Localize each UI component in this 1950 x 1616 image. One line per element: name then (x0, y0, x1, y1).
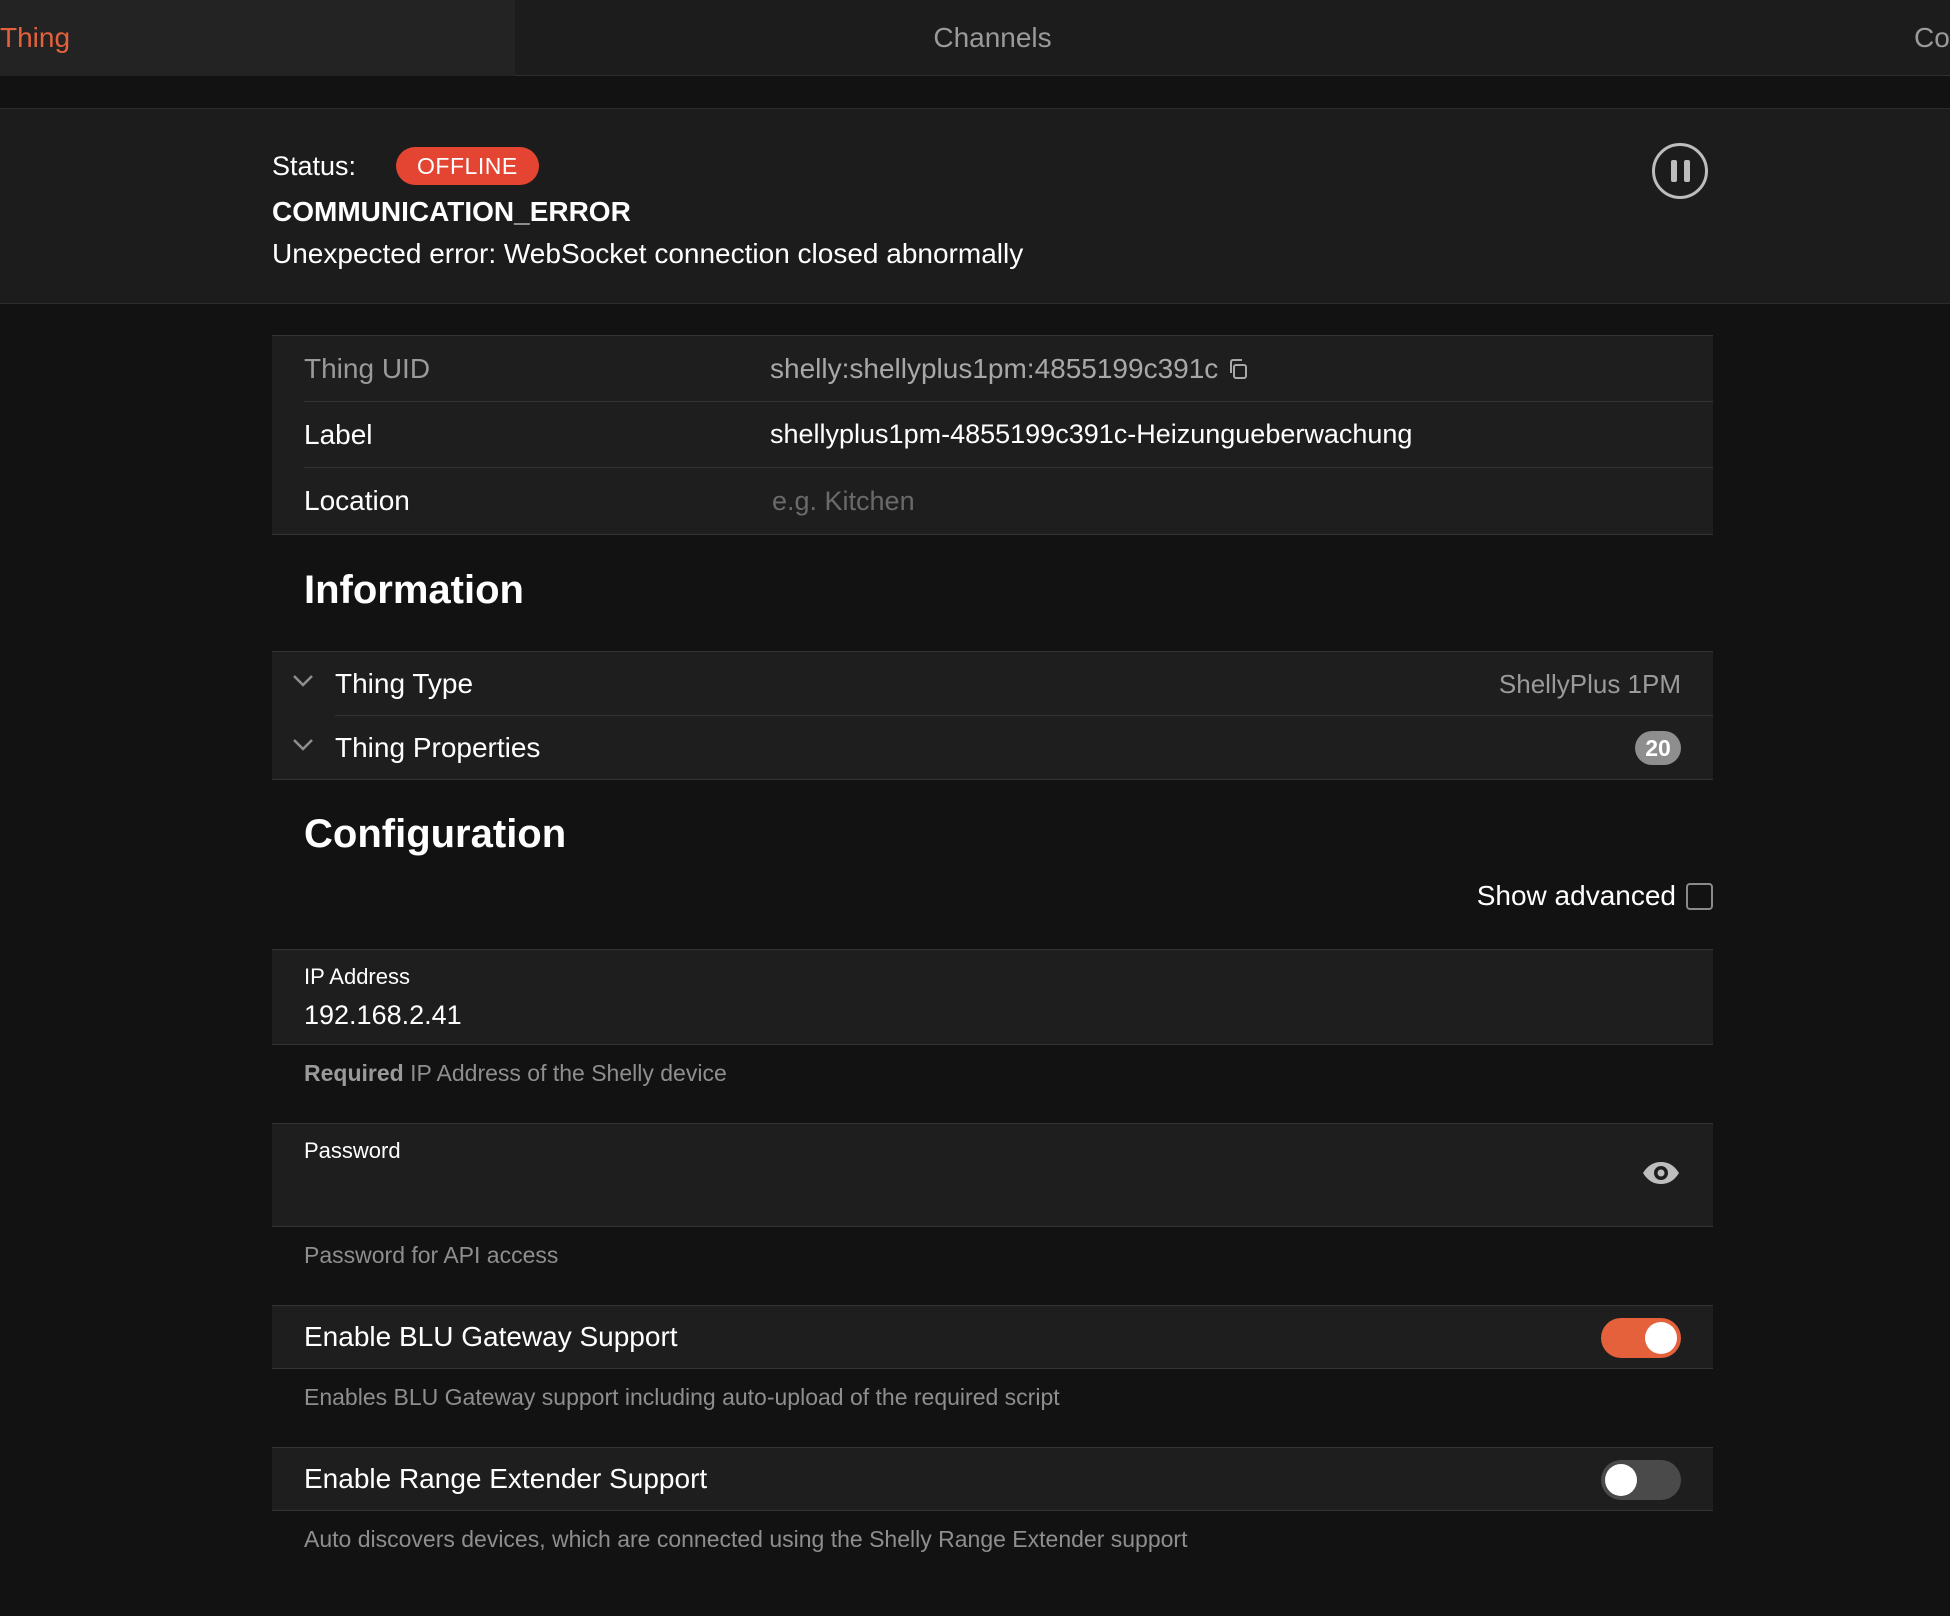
thing-uid-label: Thing UID (304, 352, 431, 384)
show-advanced-label: Show advanced (1476, 880, 1676, 911)
pause-button[interactable] (1652, 143, 1708, 199)
copy-icon[interactable] (1226, 357, 1250, 381)
label-field-value[interactable]: shellyplus1pm-4855199c391c-Heizungueberw… (770, 419, 1412, 450)
pause-icon (1670, 160, 1677, 182)
ip-address-input[interactable] (304, 996, 1604, 1034)
range-extender-hint: Auto discovers devices, which are connec… (304, 1526, 1188, 1552)
tab-thing[interactable]: Thing (0, 0, 515, 76)
thing-properties-count-badge: 20 (1635, 731, 1681, 765)
ip-address-hint-text: IP Address of the Shelly device (410, 1060, 727, 1086)
blu-gateway-label: Enable BLU Gateway Support (304, 1321, 678, 1352)
thing-uid-row: Thing UID shelly:shellyplus1pm:4855199c3… (304, 336, 1713, 402)
information-heading: Information (304, 568, 524, 612)
location-field-label: Location (304, 485, 410, 516)
pause-icon-bar (1683, 160, 1690, 182)
blu-gateway-row: Enable BLU Gateway Support (272, 1305, 1713, 1369)
ip-address-label: IP Address (304, 964, 410, 989)
thing-properties-label: Thing Properties (335, 732, 541, 763)
label-row: Label shellyplus1pm-4855199c391c-Heizung… (304, 402, 1713, 468)
status-description: Unexpected error: WebSocket connection c… (272, 238, 1024, 269)
information-list: Thing Type ShellyPlus 1PM Thing Properti… (272, 651, 1713, 780)
tab-channels[interactable]: Channels (515, 0, 1470, 76)
password-input[interactable] (304, 1176, 1504, 1214)
status-badge: OFFLINE (396, 147, 539, 185)
ip-address-hint: Required IP Address of the Shelly device (304, 1060, 727, 1087)
ip-address-field[interactable]: IP Address (272, 949, 1713, 1045)
chevron-down-icon (292, 674, 314, 693)
thing-type-label: Thing Type (335, 668, 474, 699)
show-advanced-toggle[interactable]: Show advanced (1477, 880, 1713, 912)
thing-type-accordion[interactable]: Thing Type ShellyPlus 1PM (272, 652, 1713, 716)
thing-uid-text: shelly:shellyplus1pm:4855199c391c (770, 352, 1219, 384)
configuration-heading: Configuration (304, 812, 567, 856)
eye-icon[interactable] (1641, 1160, 1681, 1191)
password-field[interactable]: Password (272, 1123, 1713, 1227)
range-extender-row: Enable Range Extender Support (272, 1447, 1713, 1511)
tab-bar: Thing Channels Co (0, 0, 1950, 76)
show-advanced-checkbox[interactable] (1686, 882, 1713, 910)
password-label: Password (304, 1138, 401, 1163)
thing-properties-accordion[interactable]: Thing Properties 20 (272, 716, 1713, 780)
toggle-knob (1605, 1464, 1637, 1496)
password-hint: Password for API access (304, 1242, 559, 1268)
thing-type-value: ShellyPlus 1PM (1498, 668, 1681, 699)
tab-configuration[interactable]: Co (1900, 0, 1950, 76)
status-block: Status: OFFLINE COMMUNICATION_ERROR Unex… (0, 108, 1950, 304)
status-code: COMMUNICATION_ERROR (272, 196, 631, 227)
blu-gateway-hint: Enables BLU Gateway support including au… (304, 1384, 1060, 1410)
status-line: Status: OFFLINE (272, 147, 539, 185)
label-field-label: Label (304, 418, 373, 450)
thing-uid-value: shelly:shellyplus1pm:4855199c391c (770, 353, 1250, 385)
blu-gateway-toggle[interactable] (1601, 1318, 1681, 1358)
range-extender-toggle[interactable] (1601, 1460, 1681, 1500)
chevron-down-icon (292, 738, 314, 757)
location-input[interactable] (770, 481, 1470, 521)
toggle-knob (1645, 1322, 1677, 1354)
required-label: Required (304, 1060, 404, 1086)
range-extender-label: Enable Range Extender Support (304, 1463, 708, 1494)
status-label: Status: (272, 150, 357, 181)
location-row: Location (304, 468, 1713, 534)
thing-details-list: Thing UID shelly:shellyplus1pm:4855199c3… (272, 335, 1713, 535)
